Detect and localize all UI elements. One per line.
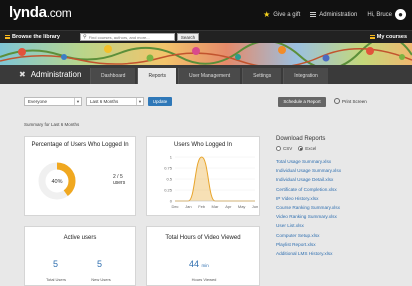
- print-screen-link[interactable]: Print Screen: [334, 98, 367, 104]
- x-tick-label: Jan: [185, 204, 191, 209]
- donut-chart: 40%: [38, 162, 76, 200]
- menu-icon: [310, 12, 317, 17]
- user-menu[interactable]: Hi, Bruce ●: [367, 9, 406, 20]
- users-count: 2 / 5 users: [113, 174, 126, 186]
- card-title: Active users: [63, 235, 97, 241]
- schedule-report-button[interactable]: Schedule a Report: [278, 97, 326, 107]
- search-box: ⚲: [80, 33, 175, 41]
- users-logged-in-chart: 1 0.75 0.5 0.25 0Dec Jan Feb Mar Apr May Jun: [164, 155, 258, 210]
- tab-reports[interactable]: Reports: [137, 68, 176, 84]
- donut-percent-label: 40%: [51, 179, 62, 185]
- hours-viewed-label: Hours Viewed: [191, 277, 217, 282]
- audience-select[interactable]: Everyone ▼: [24, 97, 82, 106]
- download-link-ip-video-history[interactable]: IP Video History.xlsx: [276, 194, 396, 203]
- top-bar: lynda.com ★ Give a gift Administration H…: [0, 0, 412, 30]
- y-tick-label: 1: [170, 155, 173, 160]
- nav-bar: Browse the library ⚲ Search My courses: [0, 30, 412, 43]
- my-courses-button[interactable]: My courses: [369, 34, 407, 40]
- chevron-down-icon: ▼: [136, 98, 143, 105]
- download-link-video-ranking-summary[interactable]: Video Ranking Summary.xlsx: [276, 212, 396, 221]
- decorative-banner: [0, 43, 412, 65]
- tools-icon: ✖: [19, 70, 26, 79]
- menu-icon: [369, 35, 375, 39]
- print-icon: [334, 98, 340, 104]
- x-tick-label: Jun: [252, 204, 258, 209]
- browse-library-button[interactable]: Browse the library: [5, 34, 60, 40]
- administration-link[interactable]: Administration: [310, 12, 357, 18]
- card-title: Users Who Logged In: [173, 142, 233, 148]
- summary-label: Summary for Last 6 Months: [24, 122, 80, 127]
- x-tick-label: May: [238, 204, 246, 209]
- card-title: Percentage of Users Who Logged In: [31, 142, 129, 148]
- format-csv-radio[interactable]: CSV: [276, 146, 292, 151]
- hours-viewed-value: 44 min: [189, 259, 209, 269]
- admin-bar: ✖ Administration Dashboard Reports User …: [0, 65, 412, 84]
- star-icon: ★: [263, 10, 271, 19]
- total-users-value: 5: [53, 259, 59, 269]
- new-users-label: New Users: [91, 277, 111, 282]
- y-tick-label: 0.5: [166, 177, 172, 182]
- download-link-computer-setup[interactable]: Computer Setup.xlsx: [276, 231, 396, 240]
- period-select[interactable]: Last 6 Months ▼: [86, 97, 144, 106]
- new-users-value: 5: [97, 259, 103, 269]
- download-link-total-usage-summary[interactable]: Total Usage Summary.xlsx: [276, 157, 396, 166]
- active-users-card: Active users 5 5 Total Users New Users: [24, 226, 136, 286]
- radio-icon: [298, 146, 304, 151]
- admin-tabs: Dashboard Reports User Management Settin…: [90, 68, 330, 84]
- menu-icon: [5, 35, 10, 39]
- tab-integration[interactable]: Integration: [283, 68, 328, 84]
- x-tick-label: Apr: [225, 204, 232, 209]
- tab-user-management[interactable]: User Management: [177, 68, 241, 84]
- y-tick-label: 0: [170, 199, 173, 204]
- download-link-user-list[interactable]: User List.xlsx: [276, 221, 396, 230]
- banner-art: [0, 43, 412, 65]
- download-link-individual-usage-detail[interactable]: Individual Usage Detail.xlsx: [276, 175, 396, 184]
- download-reports-panel: Download Reports CSV Excel Total Usage S…: [276, 136, 396, 258]
- users-logged-in-card: Users Who Logged In 1 0.75 0.5 0.25 0 Dec Jan F…: [146, 136, 260, 216]
- download-links: Total Usage Summary.xlsx Individual Usag…: [276, 157, 396, 258]
- search-button[interactable]: Search: [177, 33, 199, 41]
- tab-dashboard[interactable]: Dashboard: [90, 68, 136, 84]
- avatar-icon: ●: [395, 9, 406, 20]
- tab-settings[interactable]: Settings: [242, 68, 282, 84]
- update-button[interactable]: Update: [148, 97, 172, 106]
- y-tick-label: 0.75: [164, 166, 173, 171]
- radio-icon: [276, 146, 281, 151]
- download-reports-title: Download Reports: [276, 136, 326, 142]
- hours-viewed-card: Total Hours of Video Viewed 44 min Hours…: [146, 226, 260, 286]
- page-title: ✖ Administration: [19, 70, 82, 79]
- chevron-down-icon: ▼: [74, 98, 81, 105]
- give-gift-link[interactable]: ★ Give a gift: [263, 10, 300, 19]
- download-link-certificate-of-completion[interactable]: Certificate of Completion.xlsx: [276, 185, 396, 194]
- total-users-label: Total Users: [45, 277, 66, 282]
- y-tick-label: 0.25: [164, 188, 173, 193]
- download-link-additional-lms-history[interactable]: Additional LMS History.xlsx: [276, 249, 396, 258]
- format-excel-radio[interactable]: Excel: [298, 146, 316, 151]
- x-tick-label: Dec: [171, 204, 178, 209]
- download-link-playlist-report[interactable]: Playlist Report.xlsx: [276, 240, 396, 249]
- logged-in-percentage-card: Percentage of Users Who Logged In 40% 2 …: [24, 136, 136, 216]
- x-tick-label: Mar: [212, 204, 220, 209]
- card-title: Total Hours of Video Viewed: [165, 235, 241, 241]
- search-input[interactable]: [88, 34, 169, 40]
- download-link-course-ranking-summary[interactable]: Course Ranking Summary.xlsx: [276, 203, 396, 212]
- x-tick-label: Feb: [198, 204, 206, 209]
- download-link-individual-usage-summary[interactable]: Individual Usage Summary.xlsx: [276, 166, 396, 175]
- search-icon: ⚲: [83, 34, 87, 40]
- lynda-logo[interactable]: lynda.com: [9, 4, 72, 21]
- reports-content: Everyone ▼ Last 6 Months ▼ Update Schedu…: [0, 84, 412, 286]
